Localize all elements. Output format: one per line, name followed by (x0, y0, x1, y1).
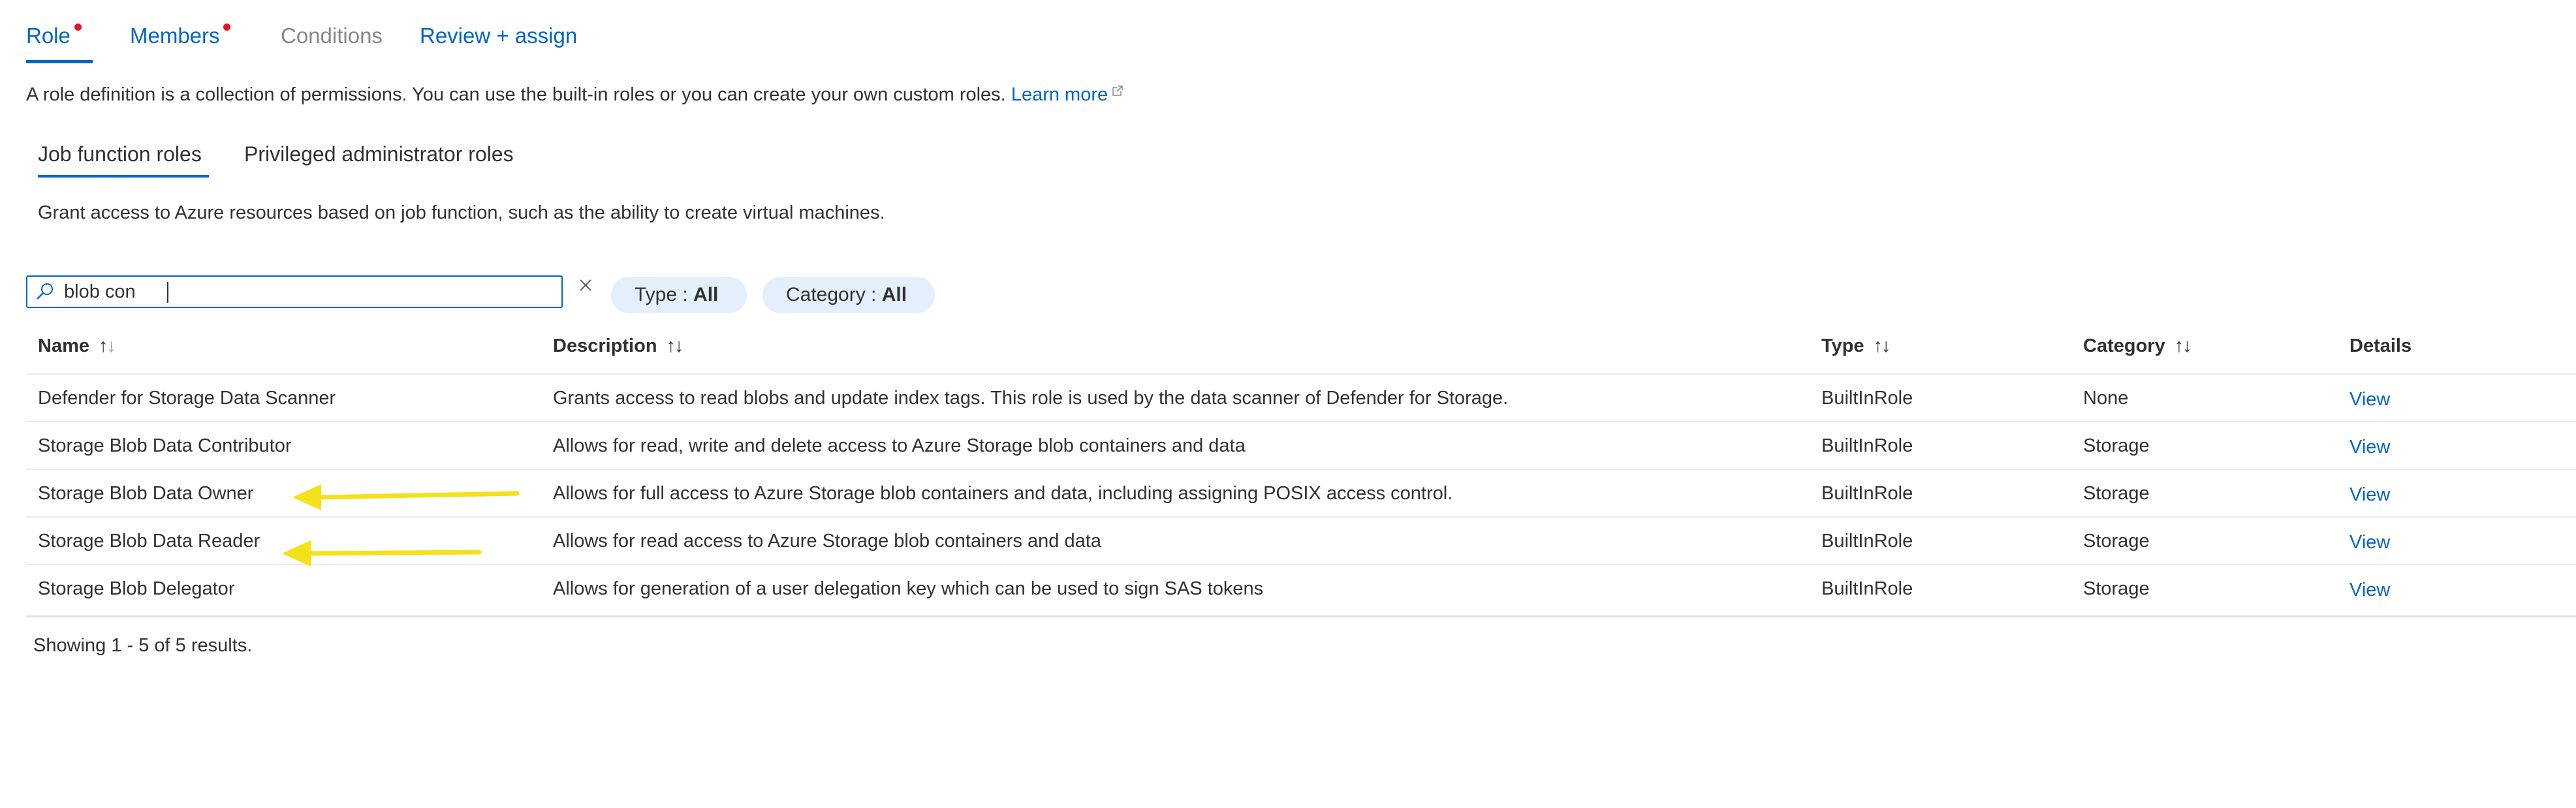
role-type: BuiltInRole (1821, 388, 1913, 409)
column-header-type[interactable]: Type ↑↓ (1821, 335, 1891, 357)
role-description: Allows for read access to Azure Storage … (553, 531, 1101, 552)
row-divider (26, 469, 2576, 470)
tab-members[interactable]: Members (130, 23, 230, 48)
column-header-details-label: Details (2349, 335, 2412, 356)
view-details-link[interactable]: View (2349, 437, 2390, 458)
column-header-description[interactable]: Description ↑↓ (553, 335, 684, 357)
sort-icon: ↑↓ (2174, 335, 2192, 356)
category-filter-label: Category : (786, 284, 882, 305)
external-link-icon (1112, 85, 1123, 96)
table-bottom-border (26, 615, 2576, 617)
search-input[interactable] (64, 279, 547, 304)
column-header-description-label: Description (553, 335, 657, 356)
view-details-link[interactable]: View (2349, 484, 2390, 506)
role-category: Storage (2083, 531, 2150, 552)
tab-members-label: Members (130, 23, 220, 48)
header-divider (26, 373, 2576, 375)
column-header-name-label: Name (38, 335, 89, 356)
tab-role-label: Role (26, 23, 71, 48)
search-icon (37, 283, 53, 300)
results-count: Showing 1 - 5 of 5 results. (33, 635, 253, 656)
role-category: Storage (2083, 483, 2150, 504)
search-box[interactable] (26, 275, 563, 308)
required-dot-icon (223, 23, 230, 31)
required-dot-icon (74, 23, 82, 31)
text-caret (167, 282, 168, 303)
learn-more-link[interactable]: Learn more (1011, 84, 1123, 105)
role-name: Storage Blob Data Contributor (38, 435, 292, 456)
subtab-job-function-label: Job function roles (38, 142, 202, 166)
tab-conditions[interactable]: Conditions (281, 23, 383, 48)
sort-icon: ↑↓ (666, 335, 684, 356)
role-type: BuiltInRole (1821, 578, 1913, 599)
intro-text: A role definition is a collection of per… (26, 84, 1123, 106)
type-filter-pill[interactable]: Type : All (611, 277, 747, 313)
role-type: BuiltInRole (1821, 483, 1913, 504)
sort-icon: ↑↓ (1873, 335, 1891, 356)
category-filter-value: All (881, 284, 907, 305)
sort-icon: ↑↓ (99, 335, 116, 356)
role-type: BuiltInRole (1821, 435, 1913, 456)
row-divider (26, 421, 2576, 422)
column-header-category-label: Category (2083, 335, 2165, 356)
active-subtab-indicator (38, 175, 209, 178)
role-category: None (2083, 388, 2129, 409)
intro-description: A role definition is a collection of per… (26, 84, 1006, 105)
column-header-type-label: Type (1821, 335, 1864, 356)
arrow-left-icon (282, 540, 482, 567)
role-name: Defender for Storage Data Scanner (38, 388, 336, 409)
role-category: Storage (2083, 435, 2150, 456)
subtab-privileged-admin-roles[interactable]: Privileged administrator roles (244, 142, 514, 166)
role-description: Grants access to read blobs and update i… (553, 388, 1509, 409)
view-details-link[interactable]: View (2349, 532, 2390, 553)
subtab-job-function-roles[interactable]: Job function roles (38, 142, 202, 166)
arrow-left-icon (292, 484, 520, 510)
learn-more-label: Learn more (1011, 84, 1108, 105)
type-filter-value: All (693, 284, 719, 305)
role-description: Allows for full access to Azure Storage … (553, 483, 1453, 504)
tab-role[interactable]: Role (26, 23, 82, 48)
role-name: Storage Blob Data Owner (38, 483, 254, 504)
category-filter-pill[interactable]: Category : All (762, 277, 935, 313)
role-description: Allows for read, write and delete access… (553, 435, 1246, 456)
tab-review-assign[interactable]: Review + assign (420, 23, 577, 48)
view-details-link[interactable]: View (2349, 580, 2390, 601)
role-name: Storage Blob Delegator (38, 578, 235, 599)
column-header-details: Details (2349, 335, 2411, 357)
clear-search-icon[interactable] (577, 277, 595, 295)
subtab-privileged-label: Privileged administrator roles (244, 142, 514, 166)
role-description: Allows for generation of a user delegati… (553, 578, 1264, 599)
role-category: Storage (2083, 578, 2150, 599)
column-header-category[interactable]: Category ↑↓ (2083, 335, 2192, 357)
role-type: BuiltInRole (1821, 531, 1913, 552)
type-filter-label: Type : (635, 284, 694, 305)
active-tab-indicator (26, 60, 93, 63)
view-details-link[interactable]: View (2349, 389, 2390, 411)
role-name: Storage Blob Data Reader (38, 531, 260, 552)
tab-review-assign-label: Review + assign (420, 23, 578, 48)
row-divider (26, 516, 2576, 518)
subtab-description: Grant access to Azure resources based on… (38, 202, 885, 223)
column-header-name[interactable]: Name ↑↓ (38, 335, 116, 357)
tab-conditions-label: Conditions (281, 23, 383, 48)
